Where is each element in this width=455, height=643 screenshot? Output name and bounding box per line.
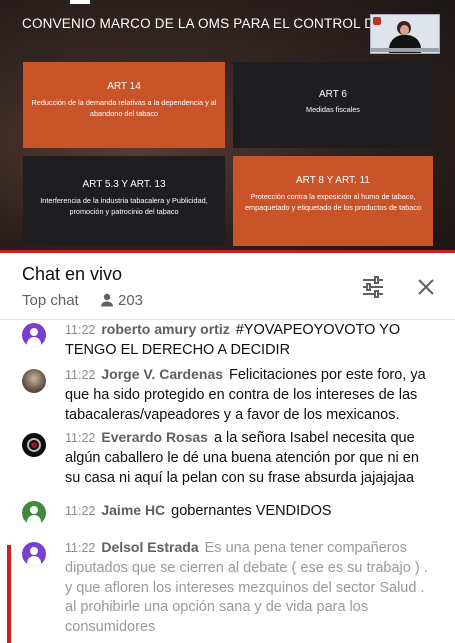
viewer-count: 203 <box>118 292 144 309</box>
avatar[interactable] <box>22 542 46 566</box>
card-title: ART 5.3 Y ART. 13 <box>82 179 166 190</box>
message-author[interactable]: Jaime HC <box>101 502 165 518</box>
avatar[interactable] <box>22 369 46 393</box>
message-timestamp: 11:22 <box>65 431 96 445</box>
close-icon[interactable] <box>414 275 438 299</box>
message-timestamp: 11:22 <box>65 323 96 337</box>
card-title: ART 8 Y ART. 11 <box>296 175 370 186</box>
app-root: CONVENIO MARCO DE LA OMS PARA EL CONTROL… <box>0 0 455 643</box>
avatar[interactable] <box>22 433 46 457</box>
message-author[interactable]: roberto amury ortiz <box>101 321 229 337</box>
message-author[interactable]: Delsol Estrada <box>101 539 198 555</box>
slide-card-art6: ART 6 Medidas fiscales <box>233 62 433 148</box>
chat-header: Chat en vivo Top chat 203 <box>0 253 455 320</box>
avatar[interactable] <box>22 323 46 347</box>
slide-card-art8: ART 8 Y ART. 11 Protección contra la exp… <box>233 156 433 246</box>
speaker-logo-icon <box>373 17 381 25</box>
card-desc: Protección contra la exposición al humo … <box>244 192 422 212</box>
video-top-marker <box>70 0 90 4</box>
card-desc: Reducción de la demanda relativas a la d… <box>31 98 217 118</box>
tune-icon[interactable] <box>360 275 386 299</box>
video-player[interactable]: CONVENIO MARCO DE LA OMS PARA EL CONTROL… <box>0 0 455 252</box>
chat-title: Chat en vivo <box>22 264 123 284</box>
avatar[interactable] <box>22 501 46 525</box>
chat-mode-selector[interactable]: Top chat <box>22 292 79 309</box>
message-timestamp: 11:22 <box>65 368 96 382</box>
message-text: gobernantes VENDIDOS <box>171 503 332 519</box>
slide-title: CONVENIO MARCO DE LA OMS PARA EL CONTROL… <box>22 16 382 31</box>
new-message-indicator <box>7 545 11 643</box>
chat-message-list[interactable]: 11:22 roberto amury ortiz #YOVAPEOYOVOTO Y… <box>0 320 455 643</box>
person-icon <box>101 293 113 307</box>
message-timestamp: 11:22 <box>65 504 96 518</box>
slide-card-art53: ART 5.3 Y ART. 13 Interferencia de la in… <box>23 156 225 246</box>
slide-card-art14: ART 14 Reducción de la demanda relativas… <box>23 62 225 148</box>
card-desc: Medidas fiscales <box>306 105 360 114</box>
card-title: ART 6 <box>319 89 347 100</box>
speaker-thumbnail <box>370 14 440 54</box>
message-author[interactable]: Everardo Rosas <box>101 429 208 445</box>
message-author[interactable]: Jorge V. Cardenas <box>101 366 223 382</box>
message-timestamp: 11:22 <box>65 541 96 555</box>
card-title: ART 14 <box>107 81 141 92</box>
card-desc: Interferencia de la industria tabacalera… <box>40 196 208 216</box>
